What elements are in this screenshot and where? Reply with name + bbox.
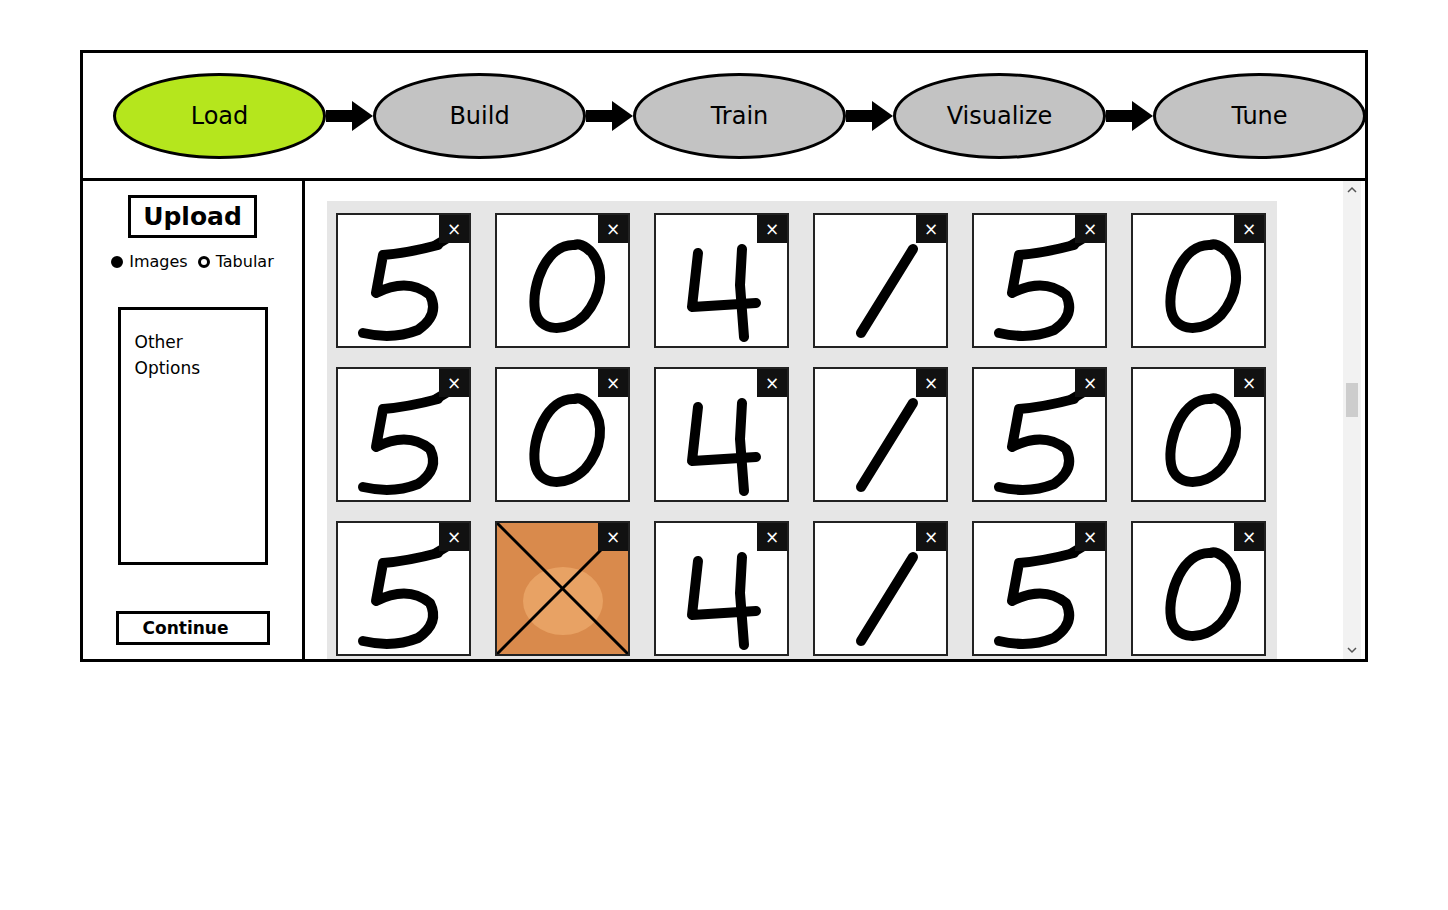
- data-type-radio[interactable]: Images: [111, 252, 187, 271]
- radio-dot[interactable]: [111, 256, 123, 268]
- remove-button[interactable]: ×: [439, 369, 469, 397]
- pipeline-step[interactable]: Load: [113, 73, 326, 159]
- image-tile[interactable]: ×: [972, 213, 1107, 348]
- app-window: Load Build Train Visualize Tune Upload Images T…: [80, 50, 1368, 662]
- radio-dot[interactable]: [198, 256, 210, 268]
- image-tile[interactable]: ×: [1131, 213, 1266, 348]
- radio-label: Images: [129, 252, 187, 271]
- image-tile[interactable]: ×: [654, 213, 789, 348]
- pipeline-bar: Load Build Train Visualize Tune: [83, 53, 1365, 181]
- image-tile[interactable]: ×: [495, 213, 630, 348]
- pipeline-step[interactable]: Build: [373, 73, 586, 159]
- image-panel: × × × × × × × × × × × × × × × × × ×: [305, 181, 1365, 659]
- pipeline-step[interactable]: Train: [633, 73, 846, 159]
- scroll-down-icon: [1346, 644, 1358, 656]
- remove-button[interactable]: ×: [916, 369, 946, 397]
- remove-button[interactable]: ×: [757, 215, 787, 243]
- scroll-up-icon: [1346, 184, 1358, 196]
- remove-button[interactable]: ×: [916, 523, 946, 551]
- remove-button[interactable]: ×: [1075, 215, 1105, 243]
- remove-button[interactable]: ×: [598, 215, 628, 243]
- remove-button[interactable]: ×: [916, 215, 946, 243]
- radio-label: Tabular: [216, 252, 274, 271]
- step-label: Load: [191, 102, 249, 130]
- upload-button[interactable]: Upload: [128, 195, 257, 238]
- arrow-icon: [1106, 101, 1153, 131]
- remove-button[interactable]: ×: [1234, 215, 1264, 243]
- step-label: Build: [449, 102, 509, 130]
- image-tile[interactable]: ×: [654, 367, 789, 502]
- image-tile[interactable]: ×: [336, 521, 471, 656]
- image-gallery: × × × × × × × × × × × × × × × × × ×: [327, 201, 1277, 659]
- remove-button[interactable]: ×: [1234, 523, 1264, 551]
- scroll-thumb[interactable]: [1346, 383, 1358, 417]
- data-type-radio[interactable]: Tabular: [198, 252, 274, 271]
- arrow-icon: [586, 101, 633, 131]
- arrow-icon: [846, 101, 893, 131]
- image-tile[interactable]: ×: [1131, 367, 1266, 502]
- step-label: Visualize: [947, 102, 1053, 130]
- scrollbar[interactable]: [1343, 181, 1361, 659]
- pipeline-step[interactable]: Tune: [1153, 73, 1366, 159]
- arrow-icon: [326, 101, 373, 131]
- options-panel: Other Options: [118, 307, 268, 565]
- remove-button[interactable]: ×: [598, 369, 628, 397]
- image-tile[interactable]: ×: [336, 367, 471, 502]
- image-tile[interactable]: ×: [813, 367, 948, 502]
- remove-button[interactable]: ×: [757, 369, 787, 397]
- remove-button[interactable]: ×: [439, 215, 469, 243]
- remove-button[interactable]: ×: [1234, 369, 1264, 397]
- image-tile[interactable]: ×: [495, 367, 630, 502]
- image-tile[interactable]: ×: [495, 521, 630, 656]
- pipeline-step[interactable]: Visualize: [893, 73, 1106, 159]
- step-label: Tune: [1231, 102, 1287, 130]
- remove-button[interactable]: ×: [598, 523, 628, 551]
- step-label: Train: [711, 102, 769, 130]
- continue-button[interactable]: Continue: [116, 611, 270, 645]
- image-tile[interactable]: ×: [336, 213, 471, 348]
- remove-button[interactable]: ×: [757, 523, 787, 551]
- sidebar: Upload Images Tabular Other Options Continue: [83, 181, 305, 659]
- image-tile[interactable]: ×: [813, 213, 948, 348]
- image-tile[interactable]: ×: [972, 367, 1107, 502]
- image-tile[interactable]: ×: [972, 521, 1107, 656]
- options-title: Other Options: [135, 330, 225, 381]
- workspace: Upload Images Tabular Other Options Continue…: [83, 181, 1365, 659]
- remove-button[interactable]: ×: [1075, 369, 1105, 397]
- image-tile[interactable]: ×: [1131, 521, 1266, 656]
- image-tile[interactable]: ×: [654, 521, 789, 656]
- remove-button[interactable]: ×: [439, 523, 469, 551]
- data-type-group: Images Tabular: [111, 252, 274, 271]
- image-tile[interactable]: ×: [813, 521, 948, 656]
- remove-button[interactable]: ×: [1075, 523, 1105, 551]
